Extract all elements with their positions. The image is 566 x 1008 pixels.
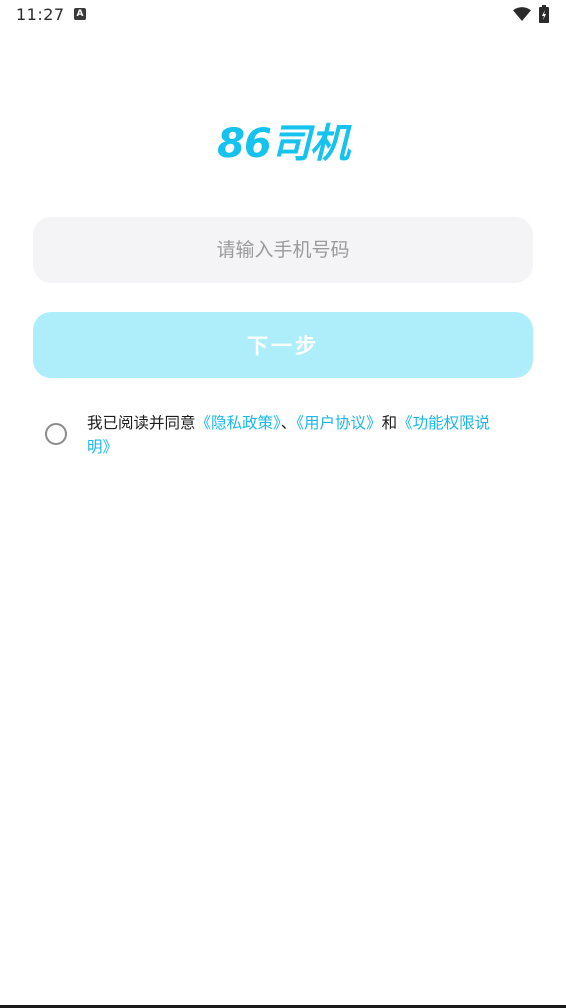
privacy-policy-link[interactable]: 《隐私政策》 [196, 414, 281, 432]
next-step-label: 下一步 [247, 334, 319, 358]
status-bar: 11:27 A [0, 0, 566, 30]
wifi-icon [513, 7, 531, 21]
logo-text: 86司机 [217, 121, 350, 167]
login-screen: 11:27 A 86司机 下一步 我已阅读并同意《隐私政策》、《用户协议》和《功… [0, 0, 566, 1008]
agreement-text: 我已阅读并同意《隐私政策》、《用户协议》和《功能权限说明》 [87, 411, 497, 459]
notification-a-icon: A [74, 8, 86, 20]
battery-icon [539, 5, 549, 23]
agreement-checkbox[interactable] [45, 423, 67, 445]
phone-number-input[interactable] [33, 217, 533, 283]
agreement-and: 和 [381, 414, 398, 432]
next-step-button[interactable]: 下一步 [33, 312, 533, 378]
agreement-separator: 、 [280, 414, 297, 432]
app-logo: 86司机 [0, 110, 566, 170]
user-agreement-link[interactable]: 《用户协议》 [296, 414, 381, 432]
status-time: 11:27 [16, 5, 65, 24]
agreement-prefix: 我已阅读并同意 [87, 414, 196, 432]
